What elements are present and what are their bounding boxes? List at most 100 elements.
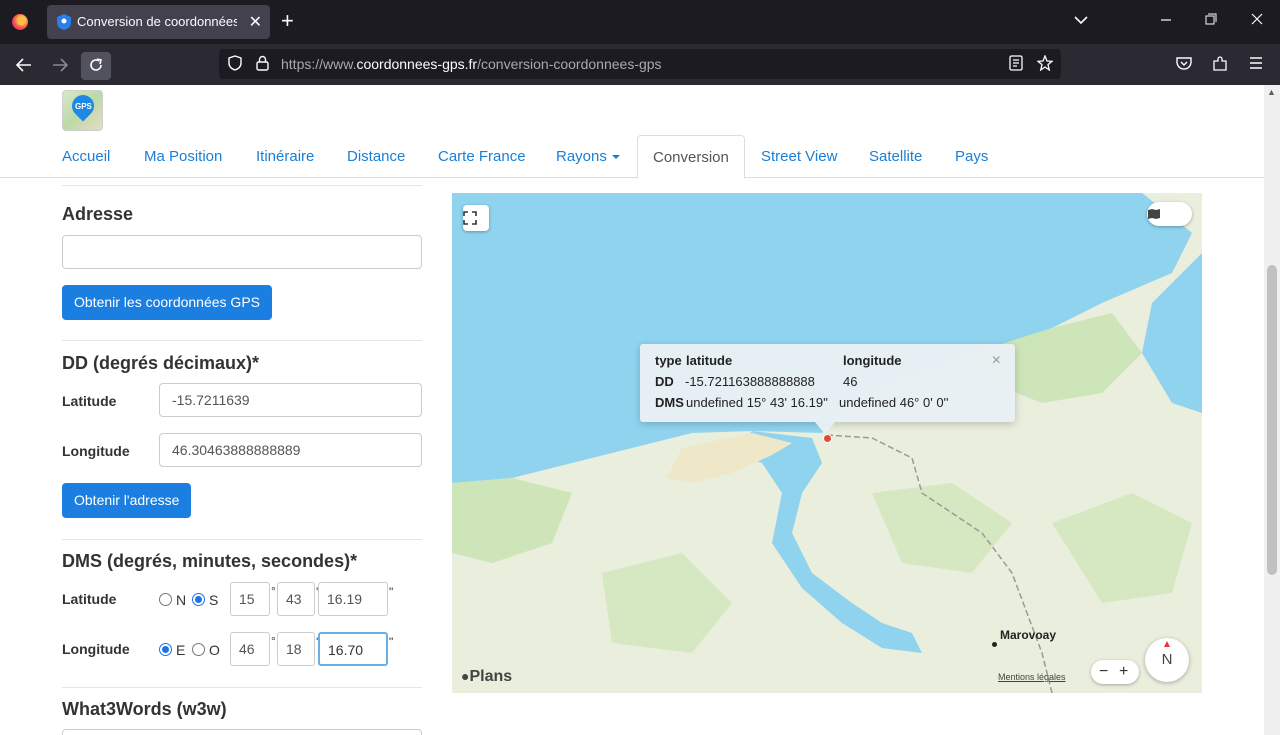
dms-lat-seconds-input[interactable]: 16.19 xyxy=(318,582,388,616)
gps-favicon-icon xyxy=(57,14,71,30)
menu-item-street-view[interactable]: Street View xyxy=(761,135,837,178)
map[interactable]: type latitude longitude DD -15.721163888… xyxy=(452,193,1202,693)
radio-north[interactable] xyxy=(159,593,172,606)
popup-dd-longitude: 46 xyxy=(843,374,858,389)
dms-lon-minutes-input[interactable]: 18 xyxy=(277,632,315,666)
page-content: GPS Accueil Ma Position Itinéraire Dista… xyxy=(0,85,1264,735)
close-tab-icon[interactable]: ✕ xyxy=(249,12,262,32)
compass-north-pointer xyxy=(1164,641,1170,647)
address-bar[interactable]: https://www.coordonnees-gps.fr/conversio… xyxy=(219,49,1061,79)
degree-symbol: ° xyxy=(271,634,276,648)
browser-tab[interactable]: Conversion de coordonnées GPS ✕ xyxy=(47,5,270,39)
popup-dd-label: DD xyxy=(655,374,674,389)
back-icon[interactable] xyxy=(9,52,39,80)
bookmark-star-icon[interactable] xyxy=(1036,54,1054,75)
get-gps-button[interactable]: Obtenir les coordonnées GPS xyxy=(62,285,272,320)
address-title: Adresse xyxy=(62,204,134,224)
dms-lon-seconds-input[interactable]: 16.70 xyxy=(318,632,388,666)
address-input[interactable] xyxy=(62,235,422,269)
extensions-icon[interactable] xyxy=(1212,56,1228,76)
dd-title: DD (degrés décimaux)* xyxy=(62,353,260,373)
get-address-button[interactable]: Obtenir l'adresse xyxy=(62,483,192,518)
new-tab-button[interactable]: + xyxy=(281,9,294,33)
coordinates-popup: type latitude longitude DD -15.721163888… xyxy=(640,344,1015,434)
map-type-icon[interactable] xyxy=(1147,202,1192,226)
divider xyxy=(62,539,422,540)
radio-west[interactable] xyxy=(192,643,205,656)
logo-text: GPS xyxy=(75,102,92,111)
menu-item-carte-france[interactable]: Carte France xyxy=(438,135,526,178)
main-menu: Accueil Ma Position Itinéraire Distance … xyxy=(0,135,1264,179)
caret-down-icon xyxy=(611,155,620,160)
site-logo[interactable]: GPS xyxy=(62,90,103,131)
menu-item-accueil[interactable]: Accueil xyxy=(62,135,110,178)
restore-icon[interactable] xyxy=(1205,12,1217,28)
menu-item-ma-position[interactable]: Ma Position xyxy=(144,135,222,178)
menu-item-distance[interactable]: Distance xyxy=(347,135,405,178)
menu-item-rayons[interactable]: Rayons xyxy=(556,135,620,178)
zoom-out-button[interactable]: − xyxy=(1099,660,1108,684)
tab-list-chevron-icon[interactable] xyxy=(1074,12,1088,28)
compass-icon[interactable]: N xyxy=(1145,638,1189,682)
scroll-up-icon[interactable]: ▲ xyxy=(1267,87,1276,97)
menu-item-itineraire[interactable]: Itinéraire xyxy=(256,135,314,178)
city-dot xyxy=(992,642,997,647)
second-symbol: " xyxy=(389,635,394,649)
menu-hamburger-icon[interactable] xyxy=(1249,56,1263,73)
second-symbol: " xyxy=(389,585,394,599)
forward-icon[interactable] xyxy=(45,52,75,80)
popup-close-icon[interactable]: × xyxy=(992,352,1001,370)
tab-title: Conversion de coordonnées GPS xyxy=(77,14,237,29)
popup-dms-latitude: undefined 15° 43' 16.19'' xyxy=(686,395,829,410)
menu-item-satellite[interactable]: Satellite xyxy=(869,135,922,178)
lock-icon[interactable] xyxy=(256,55,269,75)
radio-north-label: N xyxy=(176,592,187,608)
map-canvas xyxy=(452,193,1202,693)
location-marker[interactable] xyxy=(823,434,832,443)
legal-link[interactable]: Mentions légales xyxy=(998,672,1066,682)
page-scrollbar[interactable]: ▲ xyxy=(1264,85,1280,735)
popup-header-latitude: latitude xyxy=(686,353,733,368)
shield-icon[interactable] xyxy=(228,55,242,75)
browser-nav-bar: https://www.coordonnees-gps.fr/conversio… xyxy=(0,44,1280,85)
degree-symbol: ° xyxy=(271,584,276,598)
dd-longitude-label: Longitude xyxy=(62,443,130,459)
city-label: Marovoay xyxy=(1000,628,1057,642)
dms-lat-minutes-input[interactable]: 43 xyxy=(277,582,315,616)
dd-latitude-label: Latitude xyxy=(62,393,117,409)
popup-dms-label: DMS xyxy=(655,395,684,410)
radio-east-label: E xyxy=(176,642,186,658)
fullscreen-icon[interactable] xyxy=(463,205,489,231)
url-text: https://www.coordonnees-gps.fr/conversio… xyxy=(281,56,662,72)
divider xyxy=(62,687,422,688)
popup-header-longitude: longitude xyxy=(843,353,902,368)
browser-tab-bar: Conversion de coordonnées GPS ✕ + xyxy=(0,0,1280,44)
w3w-title: What3Words (w3w) xyxy=(62,699,227,719)
zoom-in-button[interactable]: + xyxy=(1119,660,1128,684)
dms-latitude-label: Latitude xyxy=(62,591,117,607)
menu-item-pays[interactable]: Pays xyxy=(955,135,988,178)
firefox-icon[interactable] xyxy=(12,14,28,30)
radio-south[interactable] xyxy=(192,593,205,606)
close-window-icon[interactable] xyxy=(1251,12,1263,28)
dms-lat-degrees-input[interactable]: 15 xyxy=(230,582,270,616)
dd-longitude-input[interactable]: 46.30463888888889 xyxy=(159,433,422,467)
w3w-input[interactable] xyxy=(62,729,422,735)
radio-west-label: O xyxy=(209,642,220,658)
scrollbar-thumb[interactable] xyxy=(1267,265,1277,575)
minimize-icon[interactable] xyxy=(1160,12,1172,28)
dd-latitude-input[interactable]: -15.7211639 xyxy=(159,383,422,417)
radio-east[interactable] xyxy=(159,643,172,656)
dms-longitude-label: Longitude xyxy=(62,641,130,657)
divider xyxy=(62,185,422,186)
radio-south-label: S xyxy=(209,592,219,608)
reload-icon[interactable] xyxy=(81,52,111,80)
pocket-icon[interactable] xyxy=(1176,56,1192,75)
menu-item-conversion[interactable]: Conversion xyxy=(637,135,745,179)
dms-lon-degrees-input[interactable]: 46 xyxy=(230,632,270,666)
dms-title: DMS (degrés, minutes, secondes)* xyxy=(62,551,358,571)
popup-dd-latitude: -15.721163888888888 xyxy=(685,374,815,389)
apple-plans-logo: ●Plans xyxy=(461,668,513,685)
zoom-controls: − + xyxy=(1091,660,1139,684)
reader-view-icon[interactable] xyxy=(1009,55,1023,75)
